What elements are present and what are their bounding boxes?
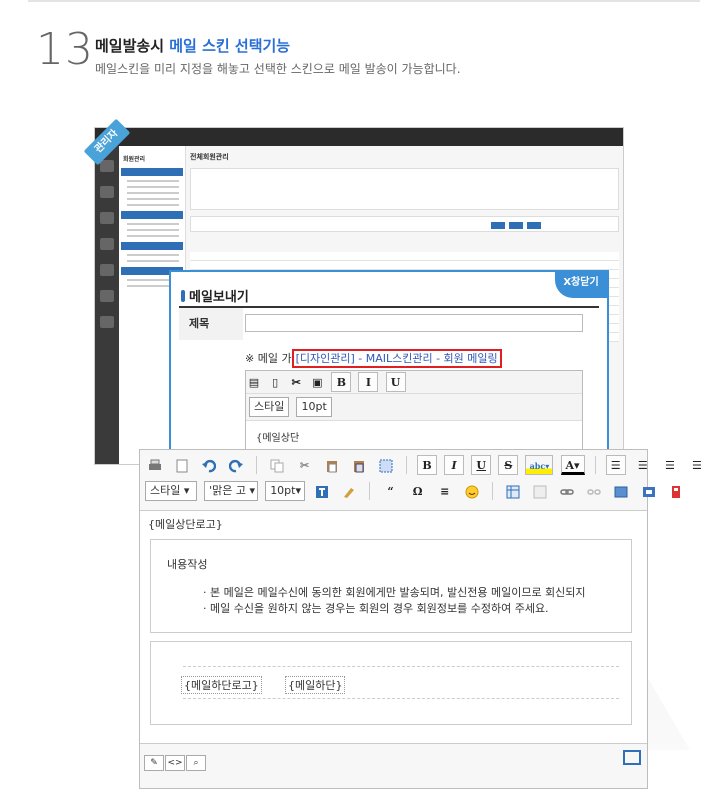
editor-body[interactable]: {메일상단로고} 내용작성 · 본 메일은 메일수신에 동의한 회원에게만 발송… (140, 510, 647, 744)
print-icon[interactable]: ▤ (247, 372, 261, 392)
editor-toolbar-row1: ✂ B I U S abc▾ A▾ ☰ ☰ ☰ ☰ (144, 454, 708, 478)
skin-selection[interactable]: [디자인관리] - MAIL스킨관리 - 회원 메일링 (291, 349, 502, 368)
align-center-icon[interactable]: ☰ (633, 455, 653, 475)
top-logo-token: {메일상단로고} (148, 518, 223, 531)
content-box: 내용작성 · 본 메일은 메일수신에 동의한 회원에게만 발송되며, 발신전용 … (150, 539, 632, 633)
popup-style-dropdown[interactable]: 스타일 (249, 396, 290, 417)
paste-word-icon[interactable] (349, 455, 369, 475)
new-doc-icon[interactable]: ▯ (268, 372, 282, 392)
html-mode-icon[interactable]: <> (165, 755, 185, 771)
unlink-icon[interactable] (584, 481, 604, 501)
media-icon[interactable] (666, 481, 686, 501)
mail-editor: ✂ B I U S abc▾ A▾ ☰ ☰ ☰ ☰ 스타일 ▾ '맑은 고 ▾ … (139, 449, 702, 789)
page-title: 메일발송시 메일 스킨 선택기능 (95, 35, 290, 56)
footer-box: {메일하단로고} {메일하단} (150, 641, 632, 725)
highlight-color-button[interactable]: abc▾ (525, 454, 554, 475)
popup-title: 메일보내기 (181, 286, 249, 305)
popup-editor-toolbar: ▤ ▯ ✂ ▣ B I U (246, 371, 582, 394)
subject-input[interactable] (245, 314, 583, 332)
close-button[interactable]: X창닫기 (555, 272, 607, 298)
popup-size-dropdown[interactable]: 10pt (296, 396, 332, 417)
emoticon-icon[interactable] (462, 481, 482, 501)
copy-icon[interactable] (267, 455, 287, 475)
align-left-icon[interactable]: ☰ (605, 454, 626, 475)
select-all-icon[interactable] (376, 455, 396, 475)
mail-popup: 메일보내기 X창닫기 제목 ※ 메일 가 [디자인관리] - MAIL스킨관리 -… (169, 270, 609, 454)
editor-toolbar-row2: 스타일 ▾ '맑은 고 ▾ 10pt▾ “ Ω ≡ (144, 480, 687, 504)
content-title: 내용작성 (167, 558, 208, 571)
format-style-icon[interactable] (312, 481, 332, 501)
italic-button[interactable]: I (444, 454, 465, 475)
link-icon[interactable] (557, 481, 577, 501)
footer-token: {메일하단} (285, 676, 346, 694)
table-disabled-icon[interactable] (530, 481, 550, 501)
notice-line-1: · 본 메일은 메일수신에 동의한 회원에게만 발송되며, 발신전용 메일이므로… (203, 586, 586, 599)
undo-icon[interactable] (199, 455, 219, 475)
blockquote-icon[interactable]: “ (381, 481, 401, 501)
cut-icon[interactable]: ✂ (289, 372, 303, 392)
table-icon[interactable] (503, 481, 523, 501)
flash-icon[interactable] (639, 481, 659, 501)
admin-page-title: 전체회원관리 (190, 153, 229, 161)
align-right-icon[interactable]: ☰ (660, 455, 680, 475)
admin-topbar (95, 128, 623, 146)
paste-icon[interactable] (322, 455, 342, 475)
bold-button[interactable]: B (331, 371, 352, 392)
notice-line-2: · 메일 수신을 원하지 않는 경우는 회원의 경우 회원정보를 수정하여 주세… (203, 602, 549, 615)
style-dropdown[interactable]: 스타일 ▾ (145, 480, 197, 501)
title-highlight: 메일 스킨 선택기능 (169, 37, 291, 55)
top-divider (28, 0, 700, 2)
underline-button[interactable]: U (471, 454, 492, 475)
font-dropdown[interactable]: '맑은 고 ▾ (204, 480, 259, 501)
paste-icon[interactable]: ▣ (310, 372, 324, 392)
title-plain: 메일발송시 (95, 37, 165, 55)
italic-button[interactable]: I (358, 371, 379, 392)
bold-button[interactable]: B (417, 454, 438, 475)
popup-editor: ▤ ▯ ✂ ▣ B I U 스타일 10pt {메일상단 (245, 370, 583, 452)
page-subtitle: 메일스킨을 미리 지정을 해놓고 선택한 스킨으로 메일 발송이 가능합니다. (95, 62, 461, 76)
step-number: 13 (36, 24, 94, 75)
new-document-icon[interactable] (172, 455, 192, 475)
footer-logo-token: {메일하단로고} (181, 676, 262, 694)
admin-icon-column (95, 146, 119, 464)
format-brush-icon[interactable] (339, 481, 359, 501)
font-color-button[interactable]: A▾ (560, 454, 585, 475)
size-dropdown[interactable]: 10pt▾ (265, 480, 306, 501)
image-icon[interactable] (611, 481, 631, 501)
edit-mode-icon[interactable]: ✎ (144, 755, 164, 771)
align-justify-icon[interactable]: ☰ (687, 455, 707, 475)
preview-mode-icon[interactable]: ⌕ (186, 755, 206, 771)
editor-mode-buttons: ✎ <> ⌕ (144, 750, 207, 771)
redo-icon[interactable] (226, 455, 246, 475)
print-icon[interactable] (145, 455, 165, 475)
underline-button[interactable]: U (385, 371, 406, 392)
subject-label: 제목 (179, 308, 243, 340)
skin-note: ※ 메일 가 [디자인관리] - MAIL스킨관리 - 회원 메일링 (245, 349, 502, 368)
resize-icon[interactable] (623, 750, 641, 765)
cut-icon[interactable]: ✂ (295, 455, 315, 475)
special-char-icon[interactable]: Ω (408, 481, 428, 501)
admin-side-title: 회원관리 (123, 156, 146, 163)
horizontal-rule-icon[interactable]: ≡ (435, 481, 455, 501)
strikethrough-button[interactable]: S (498, 454, 519, 475)
